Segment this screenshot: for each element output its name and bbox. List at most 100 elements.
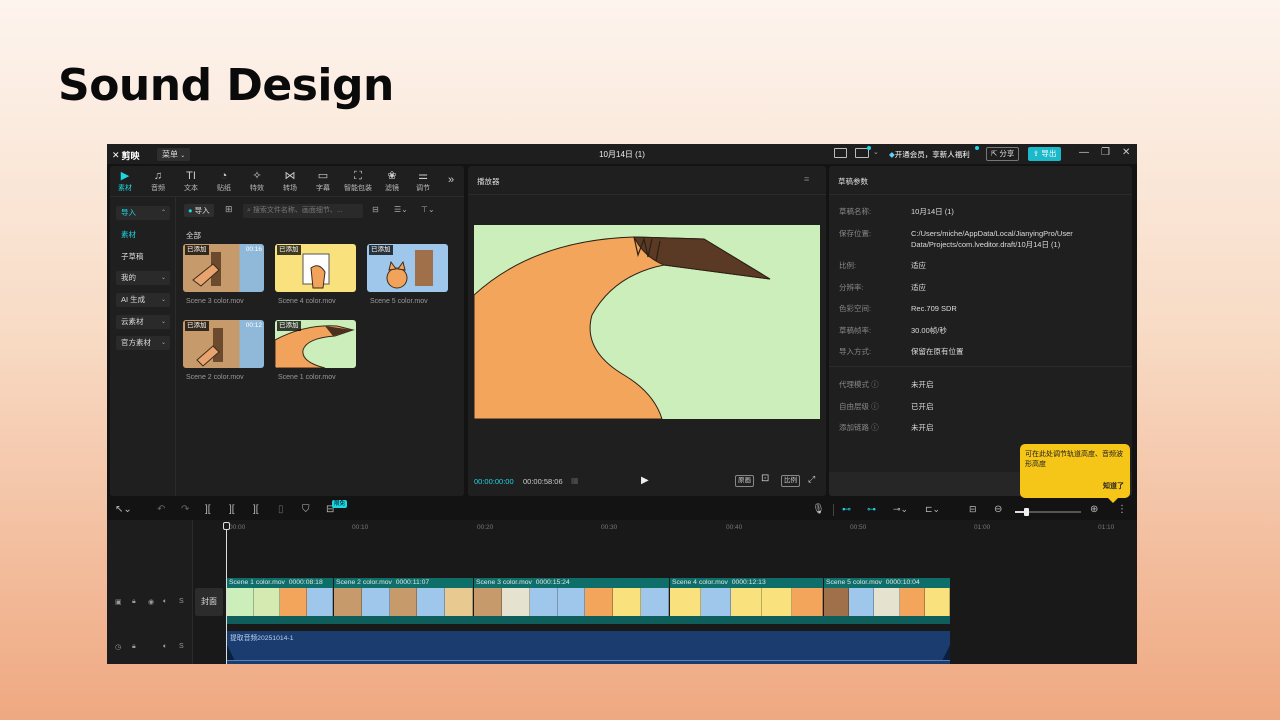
solo-icon[interactable]: S [179, 643, 184, 650]
media-panel: ▶ 素材 ♫ 音频 TI 文本 ◔ 贴纸 ✧ 特效 ⋈ 转场 ▭ 字幕 ⛶ 智能包装 ❀ 滤镜 ⚌… [110, 166, 464, 496]
prop-label-resolution: 分辨率: [839, 283, 864, 292]
tool-subtitle[interactable]: ▭ 字幕 [308, 170, 338, 193]
shield-icon[interactable]: ⛉ [302, 504, 310, 515]
clip-scene2[interactable] [334, 588, 473, 616]
grid-view-icon[interactable]: ⊞ [225, 204, 233, 215]
share-button[interactable]: ⇱ 分享 [986, 147, 1020, 161]
tool-adjust[interactable]: ⚌ 调节 [408, 170, 438, 193]
audio-clip[interactable]: 提取音频20251014-1 [227, 631, 950, 664]
main-track-magnet-icon[interactable]: ⊷ [842, 504, 851, 515]
clip-header[interactable]: Scene 1 color.mov 0000:08:18 [227, 578, 333, 588]
solo-icon[interactable]: S [179, 598, 184, 605]
tool-effects[interactable]: ✧ 特效 [242, 170, 272, 193]
zoom-slider-handle[interactable] [1024, 508, 1029, 516]
ratio-button[interactable]: 比例 [781, 475, 800, 487]
tooltip-confirm-button[interactable]: 知道了 [1103, 482, 1124, 492]
visibility-icon[interactable]: ◉ [148, 598, 154, 606]
delete-icon[interactable]: ▯ [278, 504, 284, 515]
clip-frame [899, 588, 925, 616]
tool-filter[interactable]: ❀ 滤镜 [377, 170, 407, 193]
clip-scene4[interactable] [670, 588, 823, 616]
clip-frame [529, 588, 558, 616]
effects-icon: ✧ [252, 170, 262, 182]
zoom-out-icon[interactable]: ⊖ [994, 504, 1002, 515]
media-thumb-scene3[interactable]: 已添加 00:16 [183, 244, 264, 292]
play-icon[interactable]: ▶ [641, 475, 649, 486]
undo-icon[interactable]: ↶ [157, 504, 165, 515]
sort-icon[interactable]: ☰⌄ [394, 205, 408, 214]
layout-chevron-icon[interactable]: ⌄ [873, 148, 879, 156]
mute-icon[interactable]: 🔈︎ [163, 598, 167, 606]
split-left-icon[interactable]: ][ [229, 504, 235, 515]
sidebar-item-official[interactable]: 官方素材 ⌄ [116, 336, 170, 350]
cover-button[interactable]: 封面 [195, 588, 223, 616]
track-options-icon[interactable]: ⊏⌄ [925, 504, 940, 515]
tool-transition[interactable]: ⋈ 转场 [275, 170, 305, 193]
clip-header[interactable]: Scene 5 color.mov 0000:10:04 [824, 578, 950, 588]
clip-frame [445, 588, 473, 616]
player-menu-icon[interactable]: ≡ [804, 174, 809, 184]
chevron-up-icon: ⌃ [160, 210, 166, 216]
maximize-icon[interactable]: ❐ [1101, 147, 1110, 158]
media-thumb-label: Scene 3 color.mov [186, 298, 244, 305]
sidebar-item-cloud[interactable]: 云素材 ⌄ [116, 315, 170, 329]
split-icon[interactable]: ][ [205, 504, 211, 515]
playhead-handle[interactable] [223, 522, 230, 530]
media-thumb-scene4[interactable]: 已添加 [275, 244, 356, 292]
minimize-icon[interactable]: — [1079, 147, 1089, 158]
prop-value-link: 未开启 [911, 423, 934, 432]
view-mode-icon[interactable]: ⊟ [372, 205, 379, 214]
vip-promo[interactable]: ◆开通会员，享新人福利 [889, 148, 970, 161]
lock-icon[interactable]: 🔒︎ [132, 598, 136, 606]
snapshot-icon[interactable]: ⊡ [761, 473, 769, 484]
more-tools-icon[interactable]: » [448, 174, 454, 186]
sidebar-item-mine[interactable]: 我的 ⌄ [116, 271, 170, 285]
clip-header[interactable]: Scene 4 color.mov 0000:12:13 [670, 578, 823, 588]
tool-audio[interactable]: ♫ 音频 [143, 170, 173, 193]
promo-dot [975, 146, 979, 150]
redo-icon[interactable]: ↷ [181, 504, 189, 515]
sidebar-item-ai[interactable]: AI 生成 ⌄ [116, 293, 170, 307]
sidebar-item-media[interactable]: 素材 [116, 228, 170, 242]
media-sidebar: 导入 ⌃ 素材 子草稿 我的 ⌄ AI 生成 ⌄ 云素材 ⌄ 官方素材 ⌄ [110, 197, 176, 496]
media-thumb-scene1[interactable]: 已添加 [275, 320, 356, 368]
sticker-icon: ◔ [220, 170, 228, 182]
sidebar-item-import[interactable]: 导入 ⌃ [116, 206, 170, 220]
clip-header[interactable]: Scene 3 color.mov 0000:15:24 [474, 578, 669, 588]
tool-smart-pack[interactable]: ⛶ 智能包装 [341, 170, 375, 193]
clip-header[interactable]: Scene 2 color.mov 0000:11:07 [334, 578, 473, 588]
clip-scene5[interactable] [824, 588, 950, 616]
tool-text[interactable]: TI 文本 [176, 170, 206, 193]
quality-button[interactable]: 原画 [735, 475, 754, 487]
track-lock-icon[interactable]: ▣ [115, 598, 122, 606]
zoom-in-icon[interactable]: ⊕ [1090, 504, 1098, 515]
clip-scene1[interactable] [227, 588, 333, 616]
filter-menu-icon[interactable]: ⊤⌄ [421, 205, 435, 214]
tool-media[interactable]: ▶ 素材 [110, 170, 140, 193]
search-input[interactable]: ⌕ 搜索文件名称、画面细节、... [243, 204, 363, 218]
preview-axis-icon[interactable]: ⊸⌄ [893, 504, 908, 515]
player-title: 播放器 [477, 177, 500, 186]
clip-scene3[interactable] [474, 588, 669, 616]
export-button[interactable]: ⇪ 导出 [1028, 147, 1062, 161]
media-thumb-scene5[interactable]: 已添加 [367, 244, 448, 292]
import-button[interactable]: ● 导入 [184, 204, 214, 217]
zoom-slider[interactable] [1015, 508, 1081, 516]
fullscreen-icon[interactable]: ⤢ [808, 474, 815, 485]
prop-value-name: 10月14日 (1) [911, 207, 954, 216]
sidebar-item-subdraft[interactable]: 子草稿 [116, 250, 170, 264]
microphone-icon[interactable]: 🎙 [812, 504, 825, 515]
tool-sticker[interactable]: ◔ 贴纸 [209, 170, 239, 193]
split-right-icon[interactable]: ][ [253, 504, 259, 515]
subtitle-toggle-icon[interactable] [834, 148, 847, 158]
close-icon[interactable]: ✕ [1122, 147, 1130, 158]
lock-icon[interactable]: 🔒︎ [132, 643, 136, 651]
linkage-icon[interactable]: ⊶ [867, 504, 876, 515]
media-thumb-scene2[interactable]: 已添加 00:12 [183, 320, 264, 368]
audio-waveform [227, 645, 950, 661]
caption-toggle-icon[interactable]: ⊟ [969, 504, 977, 515]
select-tool-icon[interactable]: ↖⌄ [115, 504, 132, 515]
mute-icon[interactable]: 🔈︎ [163, 643, 167, 651]
timecode-list-icon[interactable]: ▦ [571, 476, 579, 485]
more-options-icon[interactable]: ⋮ [1117, 504, 1127, 515]
